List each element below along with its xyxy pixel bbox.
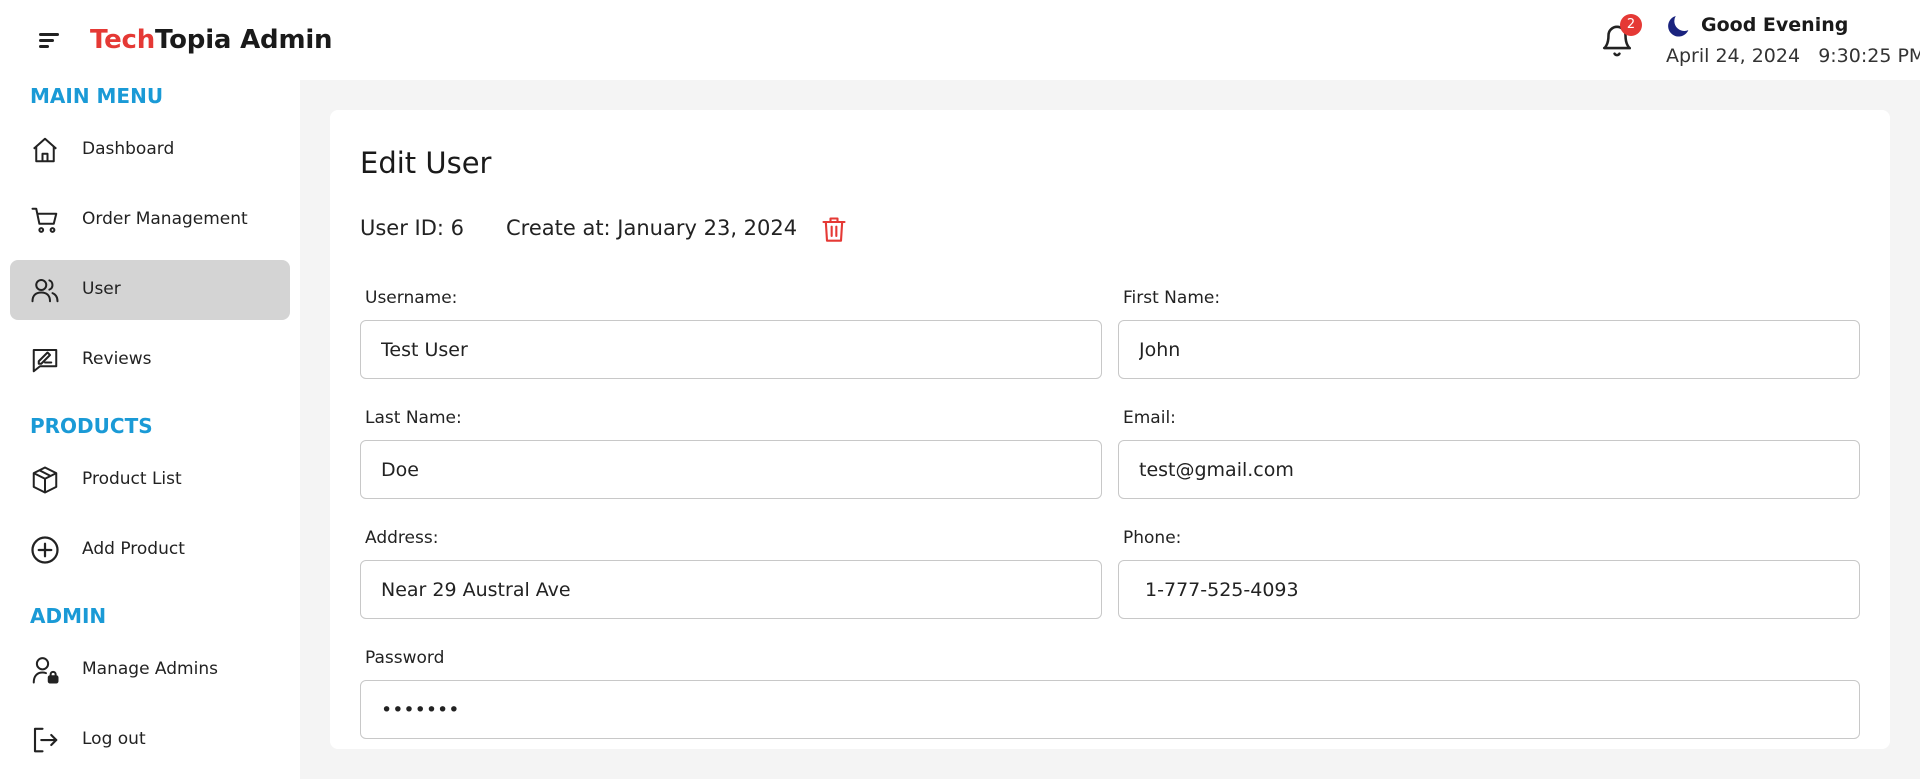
brand-logo-part1: Tech (90, 25, 156, 55)
sidebar-item-label: Add Product (82, 539, 185, 559)
users-icon (31, 279, 59, 303)
box-icon (32, 466, 58, 494)
username-label: Username: (365, 288, 458, 308)
phone-input[interactable] (1118, 560, 1860, 619)
address-input[interactable] (360, 560, 1102, 619)
sidebar-item-user[interactable]: User (10, 260, 290, 320)
password-input[interactable] (360, 680, 1860, 739)
brand-logo-part2: Topia Admin (155, 25, 333, 55)
main-content: Edit User User ID: 6 Create at: January … (300, 80, 1920, 779)
section-title-main-menu: MAIN MENU (30, 84, 164, 108)
page-title: Edit User (360, 146, 492, 180)
last-name-input[interactable] (360, 440, 1102, 499)
sidebar-item-label: Dashboard (82, 139, 175, 159)
sidebar-item-label: User (82, 279, 121, 299)
sidebar-item-label: Manage Admins (82, 659, 218, 679)
first-name-input[interactable] (1118, 320, 1860, 379)
sidebar-item-add-product[interactable]: Add Product (10, 520, 290, 580)
first-name-label: First Name: (1123, 288, 1221, 308)
last-name-label: Last Name: (365, 408, 462, 428)
password-label: Password (365, 648, 445, 668)
sidebar-item-reviews[interactable]: Reviews (10, 330, 290, 390)
section-title-products: PRODUCTS (30, 414, 153, 438)
sidebar-item-logout[interactable]: Log out (10, 710, 290, 770)
sidebar-item-label: Reviews (82, 349, 152, 369)
logout-icon (33, 727, 58, 753)
sidebar-item-dashboard[interactable]: Dashboard (10, 120, 290, 180)
menu-toggle-icon[interactable] (34, 28, 64, 50)
email-input[interactable] (1118, 440, 1860, 499)
sidebar-item-label: Product List (82, 469, 182, 489)
review-icon (32, 349, 58, 373)
sidebar-item-manage-admins[interactable]: Manage Admins (10, 640, 290, 700)
section-title-admin: ADMIN (30, 604, 107, 628)
plus-circle-icon (31, 536, 59, 564)
sidebar-item-label: Log out (82, 729, 146, 749)
moon-icon (1668, 15, 1689, 37)
sidebar: MAIN MENU Dashboard Order Management Use… (0, 80, 300, 779)
created-at-text: Create at: January 23, 2024 (506, 216, 798, 240)
brand-logo[interactable]: TechTopia Admin (90, 25, 333, 55)
sidebar-item-order-management[interactable]: Order Management (10, 190, 290, 250)
email-label: Email: (1123, 408, 1176, 428)
notification-count-badge: 2 (1620, 14, 1642, 36)
cart-icon (31, 207, 58, 233)
top-header: TechTopia Admin 2 Good Evening April 24,… (0, 0, 1920, 80)
home-icon (33, 137, 57, 163)
user-id-text: User ID: 6 (360, 216, 465, 240)
user-lock-icon (32, 657, 59, 684)
address-label: Address: (365, 528, 439, 548)
edit-user-card: Edit User User ID: 6 Create at: January … (330, 110, 1890, 749)
username-input[interactable] (360, 320, 1102, 379)
greeting-text: Good Evening (1701, 14, 1849, 36)
current-datetime: April 24, 2024 9:30:25 PM (1666, 45, 1920, 67)
sidebar-item-product-list[interactable]: Product List (10, 450, 290, 510)
sidebar-item-label: Order Management (82, 209, 248, 229)
phone-label: Phone: (1123, 528, 1182, 548)
delete-user-trash-icon[interactable] (820, 214, 848, 244)
